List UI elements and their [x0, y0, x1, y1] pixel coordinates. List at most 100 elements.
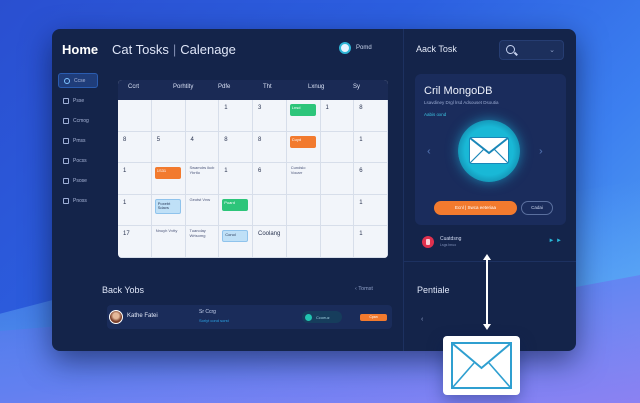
weekday-header: Lxnug: [308, 84, 325, 90]
calendar-cell[interactable]: [320, 194, 355, 227]
calendar-cell[interactable]: 6: [354, 163, 388, 195]
calendar-cell[interactable]: 1: [320, 100, 355, 132]
calendar-cell[interactable]: 1: [118, 163, 152, 195]
sidebar-item-4[interactable]: Pmss: [58, 133, 98, 148]
calendar-cell[interactable]: 1: [354, 226, 388, 258]
sidebar-item-5[interactable]: Pocss: [58, 153, 98, 168]
day-number: 6: [258, 168, 262, 175]
calendar-cell[interactable]: [286, 194, 321, 227]
sidebar-item-3[interactable]: Ccmog: [58, 113, 98, 128]
day-number: 6: [359, 168, 363, 175]
calendar-cell[interactable]: Geotst Vnw: [185, 194, 220, 227]
calendar-cell[interactable]: Cundslo Vocarr: [286, 163, 321, 195]
floating-envelope[interactable]: [443, 336, 520, 395]
calendar-cell[interactable]: 1: [118, 194, 152, 227]
calendar-cell[interactable]: 1: [219, 100, 253, 132]
cancel-button[interactable]: Cadai: [521, 201, 553, 215]
sidebar-item-6[interactable]: Psose: [58, 173, 98, 188]
user-status-icon: [339, 42, 351, 54]
sidebar-item-1[interactable]: Ccse: [58, 73, 98, 88]
calendar-cell[interactable]: 1: [219, 163, 253, 195]
event-note[interactable]: Nnuyh Vvtty: [156, 229, 182, 234]
email-panel-link[interactable]: Aabis oxnd: [424, 112, 446, 117]
calendar-cell[interactable]: [185, 100, 220, 132]
task-detail-sub[interactable]: Sorlyt cond sorst: [199, 318, 229, 323]
calendar-event[interactable]: Conol: [222, 230, 249, 243]
reminder-item[interactable]: Cuatdsng Lsgs bnuo ► ►: [422, 232, 562, 254]
sidebar: Ccse Psse Ccmog Pmss Pocss Psose Pnoss: [58, 73, 98, 213]
task-action-badge[interactable]: Cpan: [360, 314, 387, 321]
sidebar-item-7[interactable]: Pnoss: [58, 193, 98, 208]
calendar-cell[interactable]: 6: [253, 163, 287, 195]
calendar-cell[interactable]: Tuanolay Wrtsomg: [185, 226, 220, 258]
title-calendar[interactable]: Calenage: [180, 42, 236, 57]
send-button[interactable]: Ecnl | Swca eeteriaa: [434, 201, 517, 215]
search-input[interactable]: ⌄: [499, 40, 564, 60]
weekday-header: Pdfe: [218, 84, 231, 90]
back-arrow-icon[interactable]: ‹: [421, 316, 423, 323]
day-number: 8: [258, 136, 262, 143]
envelope-icon: [451, 342, 512, 389]
calendar: Ccrt Porhtity Pdfe Tht Lxnug Sy 1 3 Lnsd…: [118, 80, 388, 258]
calendar-cell[interactable]: [253, 194, 287, 227]
sidebar-item-label: Ccmog: [73, 117, 89, 124]
task-row[interactable]: Kathe Fatei Sr Ccrg Sorlyt cond sorst Cc…: [107, 305, 392, 329]
next-arrow-icon[interactable]: ››: [539, 146, 542, 157]
sidebar-item-2[interactable]: Psse: [58, 93, 98, 108]
nav-icon: [64, 77, 70, 84]
mail-icon: [458, 120, 520, 182]
event-note[interactable]: Swamdrs ikcb Ybrtlo: [190, 165, 216, 175]
event-note[interactable]: Tuanolay Wrtsomg: [190, 229, 216, 238]
calendar-cell[interactable]: 5: [151, 131, 186, 164]
calendar-event[interactable]: Poard: [222, 198, 249, 211]
weekday-header: Sy: [353, 84, 361, 90]
title-tasks[interactable]: Cat Tosks: [112, 42, 169, 57]
back-tasks-pager[interactable]: ‹ Tomst: [355, 286, 373, 292]
calendar-cell[interactable]: 8: [354, 100, 388, 132]
home-link[interactable]: Home: [62, 42, 98, 57]
calendar-cell[interactable]: [320, 163, 355, 195]
calendar-event[interactable]: Poxebt Sdavs: [154, 198, 181, 214]
calendar-cell[interactable]: 1S31: [151, 163, 186, 195]
calendar-cell[interactable]: 8: [118, 131, 152, 164]
calendar-cell[interactable]: Poxebt Sdavs: [151, 194, 186, 227]
calendar-cell[interactable]: [118, 100, 152, 132]
calendar-cell[interactable]: [286, 226, 321, 258]
calendar-cell[interactable]: 8: [219, 131, 253, 164]
calendar-cell[interactable]: [320, 131, 355, 164]
calendar-cell[interactable]: Nnuyh Vvtty: [151, 226, 186, 258]
calendar-cell[interactable]: 17: [118, 226, 152, 258]
event-note[interactable]: Geotst Vnw: [190, 197, 216, 203]
calendar-cell[interactable]: Coolang: [253, 226, 287, 258]
envelope-icon: [469, 137, 509, 164]
calendar-cell[interactable]: Poard: [219, 194, 253, 227]
status-badge[interactable]: Ccoeuz: [302, 311, 342, 323]
calendar-cell[interactable]: Cuyd: [286, 131, 321, 164]
prev-arrow-icon[interactable]: ‹‹: [427, 146, 430, 157]
drag-arrow-icon: [483, 254, 491, 330]
calendar-cell[interactable]: 3: [253, 100, 287, 132]
calendar-cell[interactable]: [320, 226, 355, 258]
calendar-cell[interactable]: 4: [185, 131, 220, 164]
event-note[interactable]: Cundslo Vocarr: [291, 165, 317, 175]
calendar-event[interactable]: Lnsd: [289, 104, 316, 116]
nav-icon: [63, 157, 69, 164]
calendar-cell[interactable]: 1: [354, 131, 388, 164]
sidebar-item-label: Ccse: [74, 77, 86, 84]
calendar-cell[interactable]: 1: [354, 194, 388, 227]
calendar-cell[interactable]: Conol: [219, 226, 253, 258]
calendar-event[interactable]: Cuyd: [289, 135, 316, 148]
sidebar-item-label: Psse: [73, 97, 85, 104]
day-number: 1: [123, 168, 127, 175]
calendar-cell[interactable]: 8: [253, 131, 287, 164]
chevron-down-icon[interactable]: ⌄: [549, 46, 555, 54]
calendar-cell[interactable]: [151, 100, 186, 132]
calendar-cell[interactable]: Lnsd: [286, 100, 321, 132]
user-chip[interactable]: Pomd: [339, 42, 372, 54]
nav-icon: [63, 177, 69, 184]
play-icon[interactable]: ► ►: [548, 238, 562, 244]
status-dot-icon: [305, 313, 312, 321]
sidebar-item-label: Pocss: [73, 157, 87, 164]
calendar-event[interactable]: 1S31: [154, 167, 181, 180]
calendar-cell[interactable]: Swamdrs ikcb Ybrtlo: [185, 163, 220, 195]
